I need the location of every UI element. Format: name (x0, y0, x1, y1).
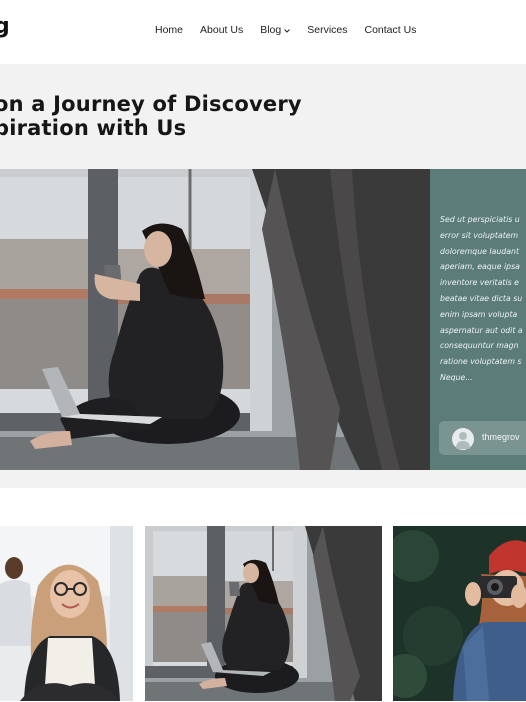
post-cards (0, 488, 526, 702)
site-header: g Home About Us Blog Services Contact Us (0, 0, 526, 64)
nav-about-us-label: About Us (200, 24, 244, 36)
hero-title-line-2: piration with Us (0, 116, 187, 140)
avatar-icon (452, 428, 474, 450)
hero-title: on a Journey of Discovery piration with … (0, 92, 302, 140)
featured-post-image[interactable] (0, 169, 430, 470)
featured-post-excerpt: Sed ut perspiciatis u error sit voluptat… (440, 215, 523, 382)
chevron-down-icon (284, 29, 291, 33)
nav-home-label: Home (155, 24, 184, 36)
nav-blog[interactable]: Blog (260, 24, 291, 36)
nav-contact-us[interactable]: Contact Us (365, 24, 417, 36)
nav-services[interactable]: Services (307, 24, 347, 36)
main-nav: Home About Us Blog Services Contact Us (155, 24, 433, 36)
post-card-image[interactable] (145, 526, 382, 701)
featured-post-panel: Sed ut perspiciatis u error sit voluptat… (430, 169, 526, 470)
post-card-image[interactable] (0, 526, 133, 701)
nav-blog-label: Blog (260, 24, 282, 36)
author-name: thmegrov (482, 432, 520, 442)
nav-home[interactable]: Home (155, 24, 183, 36)
hero-title-line-1: on a Journey of Discovery (0, 92, 302, 116)
hero-section: on a Journey of Discovery piration with … (0, 64, 526, 488)
nav-contact-us-label: Contact Us (364, 24, 417, 36)
post-card-image[interactable] (393, 526, 526, 701)
site-logo[interactable]: g (0, 14, 10, 39)
nav-about-us[interactable]: About Us (200, 24, 243, 36)
nav-services-label: Services (307, 24, 348, 36)
author-badge[interactable]: thmegrov (439, 421, 526, 455)
